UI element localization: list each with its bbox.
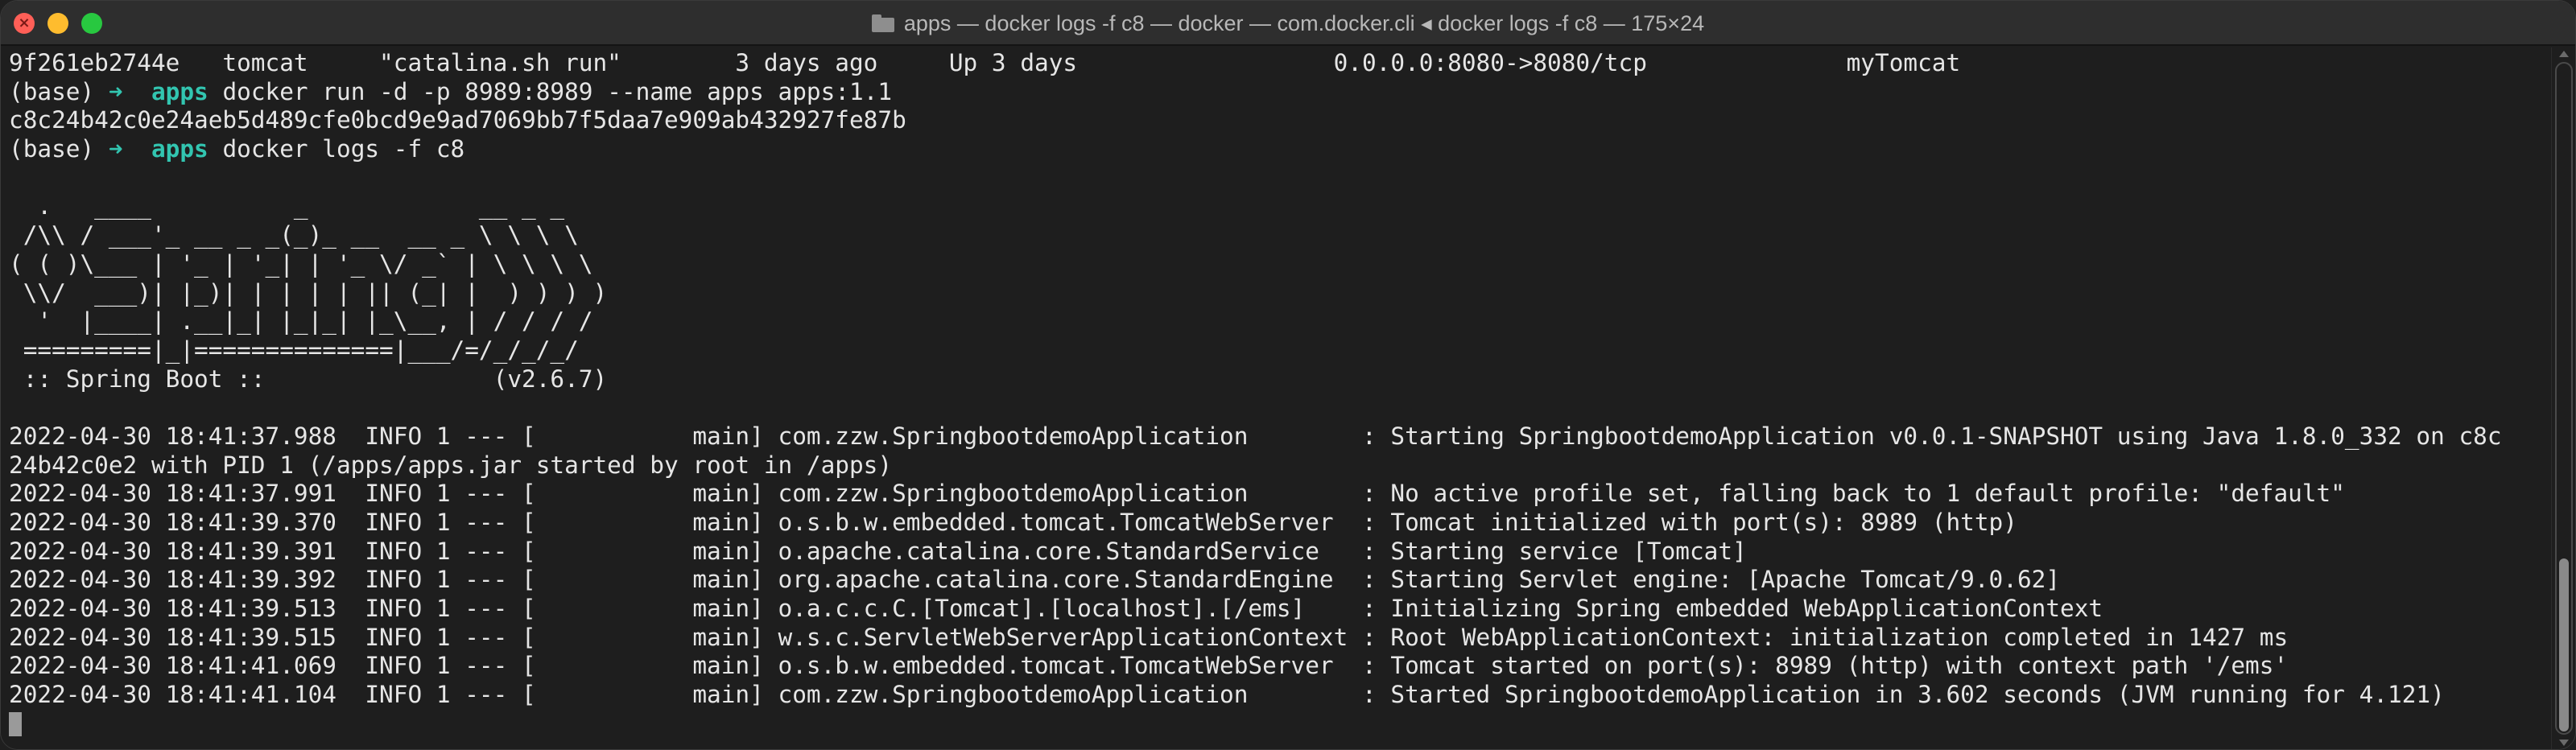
output-line: ' |____| .__|_| |_|_| |_\__, | / / / / (9, 307, 593, 336)
title-bar[interactable]: × apps — docker logs -f c8 — docker — co… (1, 1, 2575, 46)
text-cursor (9, 711, 22, 736)
prompt-env: (base) (9, 135, 95, 163)
output-line: 2022-04-30 18:41:41.069 INFO 1 --- [ mai… (9, 652, 2289, 680)
scrollbar-thumb[interactable] (2559, 558, 2569, 731)
output-line: 2022-04-30 18:41:39.370 INFO 1 --- [ mai… (9, 509, 2017, 536)
output-line: :: Spring Boot :: (v2.6.7) (9, 365, 608, 393)
title-area: apps — docker logs -f c8 — docker — com.… (1, 1, 2575, 46)
prompt-directory: apps (151, 135, 208, 163)
command-text: docker run -d -p 8989:8989 --name apps a… (208, 77, 893, 105)
output-line: /\\ / ___'_ __ _ _(_)_ __ __ _ \ \ \ \ (9, 221, 579, 249)
prompt-directory: apps (151, 77, 208, 105)
output-line: 2022-04-30 18:41:39.513 INFO 1 --- [ mai… (9, 595, 2103, 623)
output-line: 9f261eb2744e tomcat "catalina.sh run" 3 … (9, 49, 1961, 76)
output-line: ( ( )\___ | '_ | '_| | '_ \/ _` | \ \ \ … (9, 249, 593, 278)
window-title: apps — docker logs -f c8 — docker — com.… (903, 10, 1705, 35)
output-line: =========|_|==============|___/=/_/_/_/ (9, 336, 579, 364)
prompt-line: (base) ➜ apps docker logs -f c8 (9, 135, 2553, 164)
output-line: 2022-04-30 18:41:39.392 INFO 1 --- [ mai… (9, 566, 2061, 594)
output-line: . ____ _ __ _ _ (9, 192, 565, 220)
output-line: 2022-04-30 18:41:41.104 INFO 1 --- [ mai… (9, 681, 2445, 709)
command-text: docker logs -f c8 (208, 135, 465, 163)
prompt-arrow-icon: ➜ (108, 77, 123, 105)
output-line: 2022-04-30 18:41:37.988 INFO 1 --- [ mai… (9, 422, 2502, 450)
terminal-output[interactable]: 9f261eb2744e tomcat "catalina.sh run" 3 … (1, 47, 2553, 749)
output-line: 2022-04-30 18:41:39.391 INFO 1 --- [ mai… (9, 537, 1747, 565)
output-line: 24b42c0e2 with PID 1 (/apps/apps.jar sta… (9, 451, 893, 479)
output-line: 2022-04-30 18:41:37.991 INFO 1 --- [ mai… (9, 480, 2345, 508)
output-line: 2022-04-30 18:41:39.515 INFO 1 --- [ mai… (9, 623, 2289, 651)
prompt-env: (base) (9, 77, 95, 105)
output-line: c8c24b42c0e24aeb5d489cfe0bcd9e9ad7069bb7… (9, 106, 906, 134)
scroll-up-arrow-icon[interactable] (2559, 51, 2569, 57)
scroll-down-arrow-icon[interactable] (2559, 740, 2569, 746)
folder-icon (871, 14, 894, 32)
prompt-line: (base) ➜ apps docker run -d -p 8989:8989… (9, 78, 2553, 107)
prompt-arrow-icon: ➜ (108, 135, 123, 163)
terminal-window: × apps — docker logs -f c8 — docker — co… (0, 0, 2576, 750)
output-line: \\/ ___)| |_)| | | | | || (_| | ) ) ) ) (9, 278, 608, 307)
cursor-line (9, 710, 2553, 739)
vertical-scrollbar[interactable] (2551, 47, 2575, 749)
